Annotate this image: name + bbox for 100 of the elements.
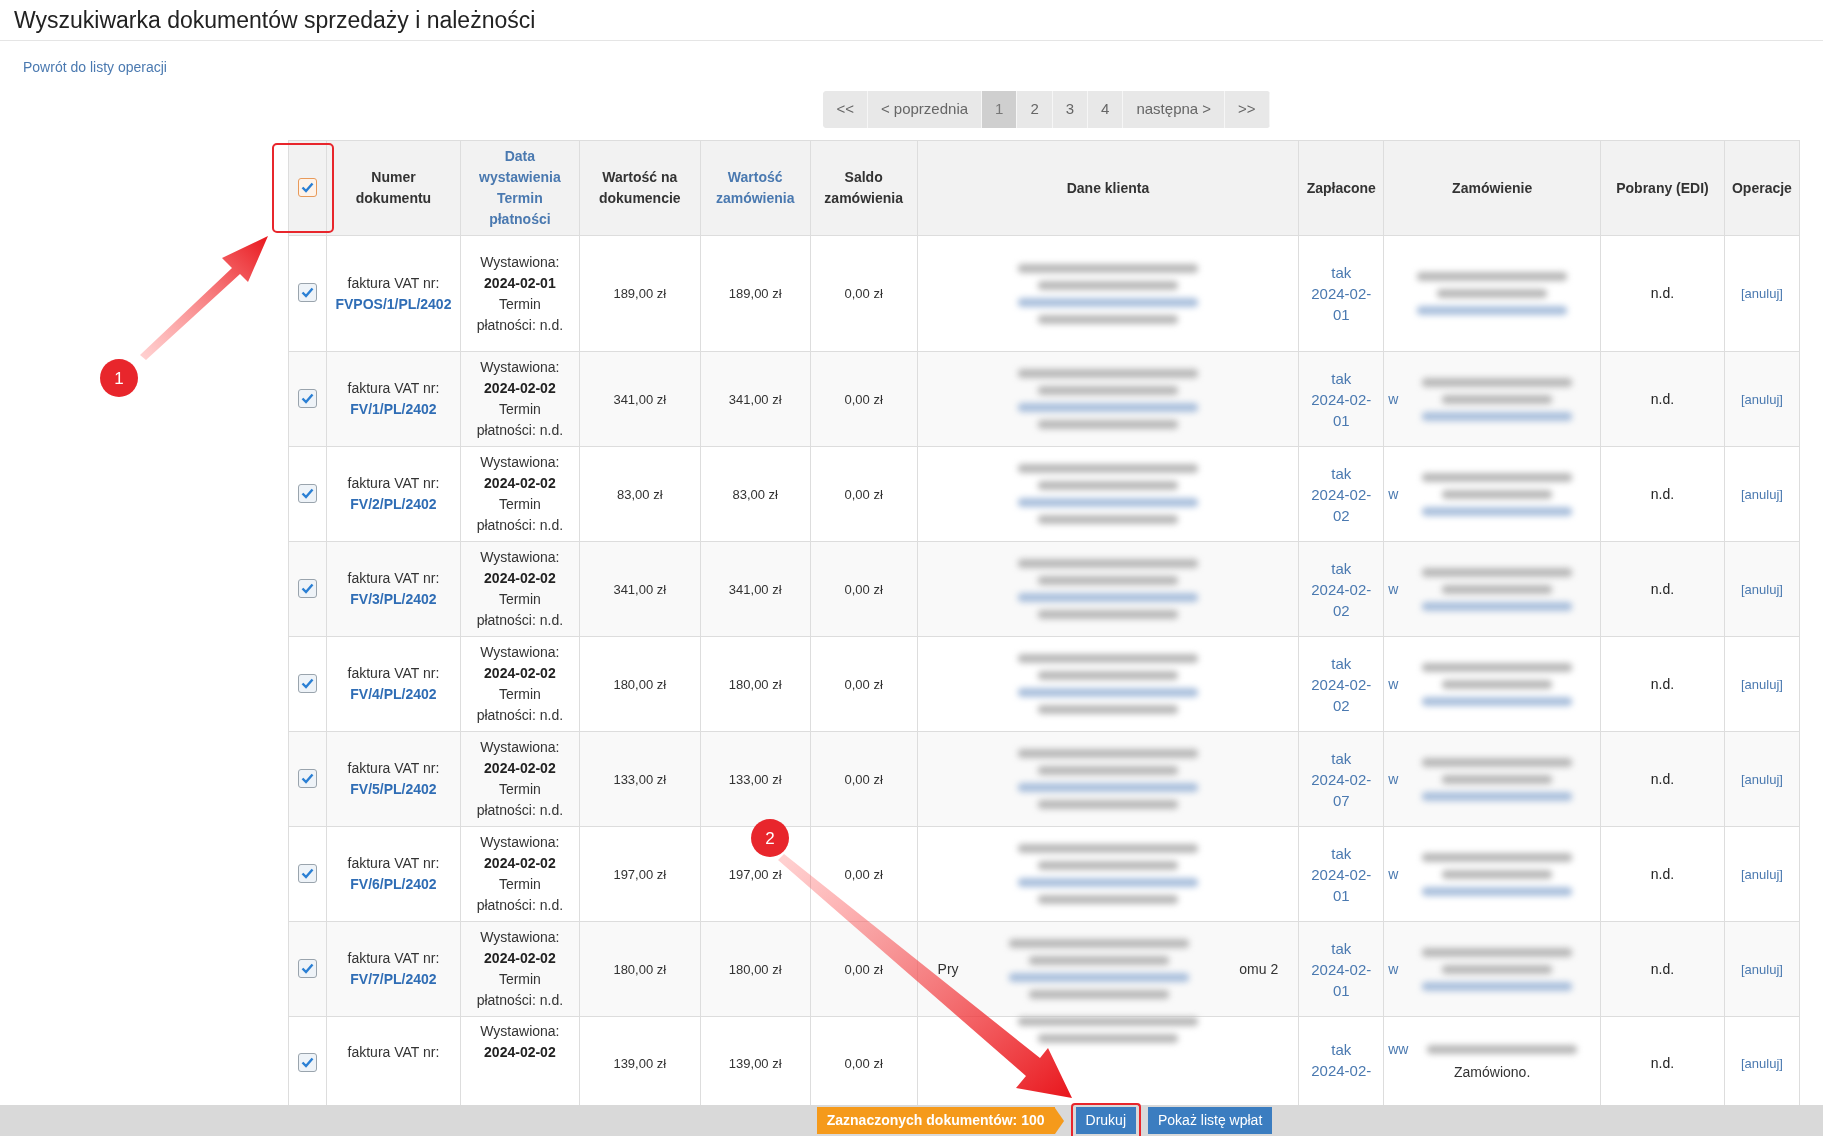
order-link[interactable]: w	[1388, 863, 1399, 885]
payment-term: Termin	[498, 400, 541, 419]
document-link[interactable]: FV/3/PL/2402	[350, 589, 437, 610]
payment-status[interactable]: 02	[1332, 599, 1350, 621]
selected-count-label: Zaznaczonych dokumentów: 100	[816, 1107, 1064, 1134]
payment-status[interactable]: tak	[1331, 747, 1352, 769]
column-header: Dane klienta	[1065, 178, 1151, 198]
order-link[interactable]: w	[1388, 578, 1399, 600]
issued-label: Wystawiona:	[480, 548, 560, 567]
document-link[interactable]: FV/5/PL/2402	[350, 779, 437, 800]
edi-status: n.d.	[1650, 675, 1675, 692]
document-link[interactable]: FVPOS/1/PL/2402	[335, 293, 452, 315]
document-value: 139,00 zł	[613, 1056, 667, 1071]
order-balance: 0,00 zł	[844, 866, 883, 882]
order-link[interactable]: ww	[1388, 1039, 1409, 1060]
payment-term: Termin	[498, 495, 541, 514]
payment-term: płatności: n.d.	[476, 896, 564, 915]
column-header: Wartość na dokumencie	[597, 168, 682, 208]
cancel-link[interactable]: [anuluj]	[1741, 391, 1783, 407]
payment-status[interactable]: tak	[1331, 937, 1352, 959]
edi-status: n.d.	[1650, 770, 1675, 787]
document-label: faktura VAT nr:	[347, 854, 440, 873]
cancel-link[interactable]: [anuluj]	[1741, 486, 1783, 502]
issued-label: Wystawiona:	[480, 643, 560, 662]
column-header: Operacje	[1731, 178, 1793, 198]
payment-status[interactable]: tak	[1331, 367, 1352, 389]
order-link[interactable]: w	[1388, 388, 1399, 410]
order-link[interactable]: w	[1388, 673, 1399, 695]
payments-list-button[interactable]: Pokaż listę wpłat	[1148, 1107, 1273, 1134]
order-value: 180,00 zł	[728, 961, 782, 977]
cancel-link[interactable]: [anuluj]	[1741, 581, 1783, 597]
document-value: 180,00 zł	[613, 676, 667, 692]
payment-status[interactable]: 2024-02-	[1311, 1060, 1372, 1081]
issued-label: Wystawiona:	[480, 928, 560, 947]
document-link[interactable]: FV/1/PL/2402	[350, 399, 437, 420]
order-value: 341,00 zł	[728, 581, 782, 597]
issued-label: Wystawiona:	[480, 252, 560, 272]
column-header: Numer dokumentu	[354, 168, 433, 208]
payment-status[interactable]: 01	[1332, 884, 1350, 906]
order-link[interactable]: w	[1388, 768, 1399, 790]
order-value: 133,00 zł	[728, 771, 782, 787]
payment-term: Termin	[498, 780, 541, 799]
payment-status[interactable]: tak	[1331, 462, 1352, 484]
issued-label: Wystawiona:	[480, 453, 560, 472]
order-balance: 0,00 zł	[844, 676, 883, 692]
payment-status[interactable]: 01	[1332, 979, 1350, 1001]
payment-status[interactable]: 2024-02-	[1311, 483, 1372, 505]
payment-status[interactable]: 2024-02-	[1311, 958, 1372, 980]
order-link[interactable]: w	[1388, 958, 1399, 980]
back-link[interactable]: Powrót do listy operacji	[23, 59, 167, 75]
payment-status[interactable]: 2024-02-	[1311, 578, 1372, 600]
order-link[interactable]: w	[1388, 483, 1399, 505]
payment-status[interactable]: 02	[1332, 504, 1350, 526]
edi-status: n.d.	[1650, 580, 1675, 597]
payment-status[interactable]: 07	[1332, 789, 1350, 811]
payment-status[interactable]: 01	[1332, 409, 1350, 431]
document-link[interactable]: FV/4/PL/2402	[350, 684, 437, 705]
document-value: 197,00 zł	[613, 866, 667, 882]
print-button[interactable]: Drukuj	[1075, 1107, 1136, 1134]
page-button[interactable]: <<	[823, 91, 868, 128]
payment-status[interactable]: tak	[1331, 1039, 1352, 1060]
payment-status[interactable]: tak	[1331, 842, 1352, 864]
order-value: 197,00 zł	[728, 866, 782, 882]
cancel-link[interactable]: [anuluj]	[1741, 676, 1783, 692]
column-header: Pobrany (EDI)	[1615, 178, 1710, 198]
cancel-link[interactable]: [anuluj]	[1741, 1056, 1783, 1071]
payment-status[interactable]: 2024-02-	[1311, 863, 1372, 885]
document-link[interactable]: FV/6/PL/2402	[350, 874, 437, 895]
order-value: 139,00 zł	[728, 1056, 782, 1071]
document-link[interactable]: FV/7/PL/2402	[350, 969, 437, 990]
client-text: omu 2	[1239, 959, 1279, 979]
document-value: 83,00 zł	[617, 486, 663, 502]
page-button[interactable]: 1	[982, 91, 1018, 128]
cancel-link[interactable]: [anuluj]	[1741, 771, 1783, 787]
payment-status[interactable]: 02	[1332, 694, 1350, 716]
order-value: 341,00 zł	[728, 391, 782, 407]
payment-term: płatności: n.d.	[476, 706, 564, 725]
issue-date: 2024-02-02	[484, 854, 556, 873]
cancel-link[interactable]: [anuluj]	[1741, 866, 1783, 882]
document-label: faktura VAT nr:	[347, 949, 440, 968]
payment-term: Termin	[498, 294, 541, 314]
edi-status: n.d.	[1650, 960, 1675, 977]
edi-status: n.d.	[1650, 485, 1675, 502]
payment-status[interactable]: 2024-02-	[1311, 768, 1372, 790]
payment-term: płatności: n.d.	[476, 801, 564, 820]
payment-status[interactable]: tak	[1331, 557, 1352, 579]
document-link[interactable]: FV/2/PL/2402	[350, 494, 437, 515]
payment-status[interactable]: 2024-02-	[1311, 283, 1372, 304]
issued-label: Wystawiona:	[480, 1022, 560, 1041]
payment-status[interactable]: 2024-02-	[1311, 673, 1372, 695]
cancel-link[interactable]: [anuluj]	[1741, 286, 1783, 301]
payment-status[interactable]: 2024-02-	[1311, 388, 1372, 410]
payment-status[interactable]: 01	[1332, 304, 1350, 325]
order-balance: 0,00 zł	[844, 961, 883, 977]
cancel-link[interactable]: [anuluj]	[1741, 961, 1783, 977]
payment-status[interactable]: tak	[1331, 652, 1352, 674]
document-label: faktura VAT nr:	[347, 273, 440, 293]
document-value: 180,00 zł	[613, 961, 667, 977]
edi-status: n.d.	[1650, 390, 1675, 407]
payment-status[interactable]: tak	[1331, 262, 1352, 283]
